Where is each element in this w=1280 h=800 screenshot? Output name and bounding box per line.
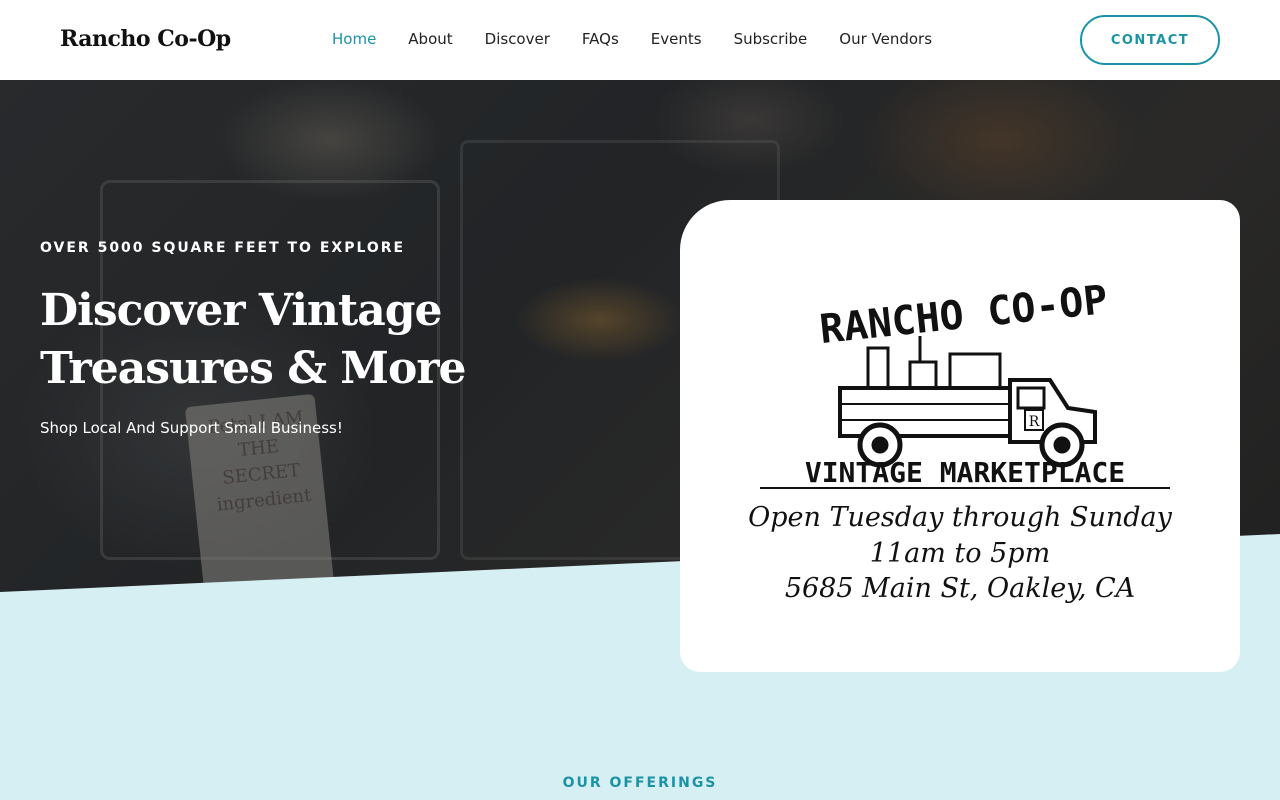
hero-headline: Discover Vintage Treasures & More <box>40 285 467 394</box>
offerings-section-label: OUR OFFERINGS <box>562 775 718 791</box>
logo-subtitle: VINTAGE MARKETPLACE <box>805 456 1125 489</box>
nav-item-subscribe[interactable]: Subscribe <box>734 30 808 48</box>
card-address: 5685 Main St, Oakley, CA <box>784 573 1136 604</box>
nav-item-home[interactable]: Home <box>332 30 376 48</box>
site-brand[interactable]: Rancho Co-Op <box>60 26 231 52</box>
nav-item-discover[interactable]: Discover <box>485 30 550 48</box>
nav-item-events[interactable]: Events <box>651 30 702 48</box>
nav-item-about[interactable]: About <box>408 30 452 48</box>
nav-item-faqs[interactable]: FAQs <box>582 30 619 48</box>
card-open-days: Open Tuesday through Sunday <box>748 502 1172 533</box>
hero-eyebrow: OVER 5000 SQUARE FEET TO EXPLORE <box>40 240 406 256</box>
card-open-hours: 11am to 5pm <box>869 538 1051 569</box>
logo-title: RANCHO CO-OP <box>818 277 1110 353</box>
site-header: Rancho Co-Op Home About Discover FAQs Ev… <box>0 0 1280 80</box>
logo-truck-letter: R <box>1029 414 1040 430</box>
hero-subtext: Shop Local And Support Small Business! <box>40 419 343 437</box>
hours-card: RANCHO CO-OP R VINTAGE MARKETPLACE Open … <box>680 200 1240 672</box>
nav-item-our-vendors[interactable]: Our Vendors <box>839 30 932 48</box>
truck-icon <box>838 336 1097 468</box>
main-nav: Home About Discover FAQs Events Subscrib… <box>332 30 932 48</box>
contact-button[interactable]: CONTACT <box>1080 15 1220 65</box>
